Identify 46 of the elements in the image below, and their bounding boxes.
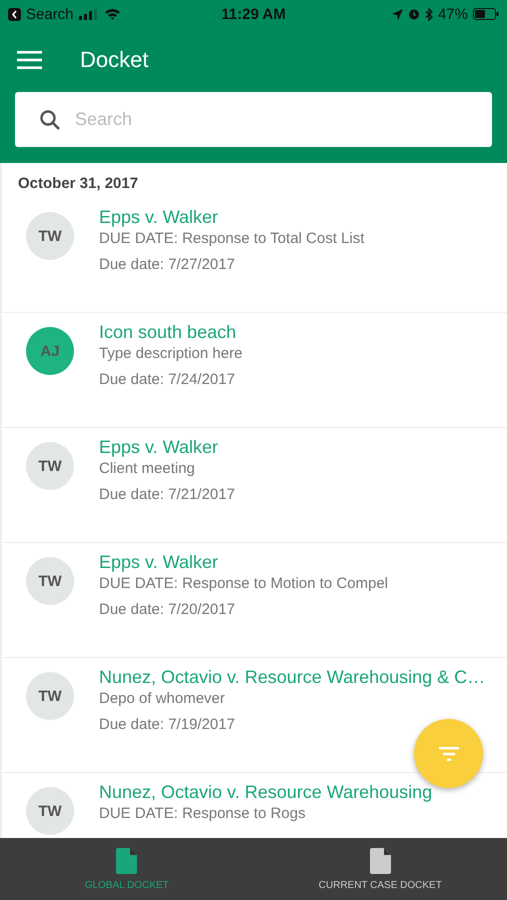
due-date: Due date: 7/20/2017 [99,601,236,618]
battery-icon [472,8,499,20]
docket-item[interactable]: TW Epps v. Walker DUE DATE: Response to Total Cost List Due date: 7/27/2017 [2,198,507,313]
avatar: TW [26,557,74,605]
signal-icon [78,8,99,20]
due-date: Due date: 7/19/2017 [99,716,236,733]
case-title: Epps v. Walker [99,207,220,228]
nav-tab[interactable]: GLOBAL DOCKET [0,838,254,900]
case-title: Nunez, Octavio v. Resource Warehousing & C… [99,667,486,688]
docket-item[interactable]: AJ Icon south beach Type description here Due date: 7/24/2017 [2,313,507,428]
case-title: Icon south beach [99,322,238,343]
search-field[interactable]: Search [15,92,492,147]
page-title: Docket [80,47,148,73]
back-icon[interactable] [8,8,21,20]
due-date: Due date: 7/24/2017 [99,371,236,388]
item-description: Client meeting [99,460,196,477]
avatar: TW [26,442,74,490]
wifi-icon [104,8,121,20]
case-title: Nunez, Octavio v. Resource Warehousing [99,782,432,803]
item-description: Depo of whomever [99,690,226,707]
filter-icon [438,746,458,760]
case-title: Epps v. Walker [99,552,220,573]
due-date: Due date: 7/27/2017 [99,256,236,273]
location-icon [392,8,403,20]
case-title: Epps v. Walker [99,437,220,458]
avatar: TW [26,672,74,720]
menu-icon[interactable] [17,51,42,69]
document-icon [116,848,138,874]
docket-item[interactable]: TW Epps v. Walker Client meeting Due date: 7/21/2017 [2,428,507,543]
date-header: October 31, 2017 [17,174,140,194]
item-description: Type description here [99,345,242,362]
item-description: DUE DATE: Response to Total Cost List [99,230,364,247]
document-icon [370,848,391,874]
nav-tab[interactable]: CURRENT CASE DOCKET [254,838,507,900]
due-date: Due date: 7/21/2017 [99,486,235,503]
item-description: DUE DATE: Response to Rogs [99,805,306,822]
bluetooth-icon [424,8,433,20]
back-label[interactable]: Search [26,6,74,22]
avatar: TW [26,212,74,260]
avatar: AJ [26,327,74,375]
battery-percent: 47% [438,6,468,22]
avatar: TW [26,787,74,835]
clock: 11:29 AM [221,6,286,22]
item-description: DUE DATE: Response to Motion to Compel [99,575,388,592]
search-icon [39,108,61,130]
docket-item[interactable]: TW Epps v. Walker DUE DATE: Response to Motion to Compel Due date: 7/20/2017 [2,543,507,658]
